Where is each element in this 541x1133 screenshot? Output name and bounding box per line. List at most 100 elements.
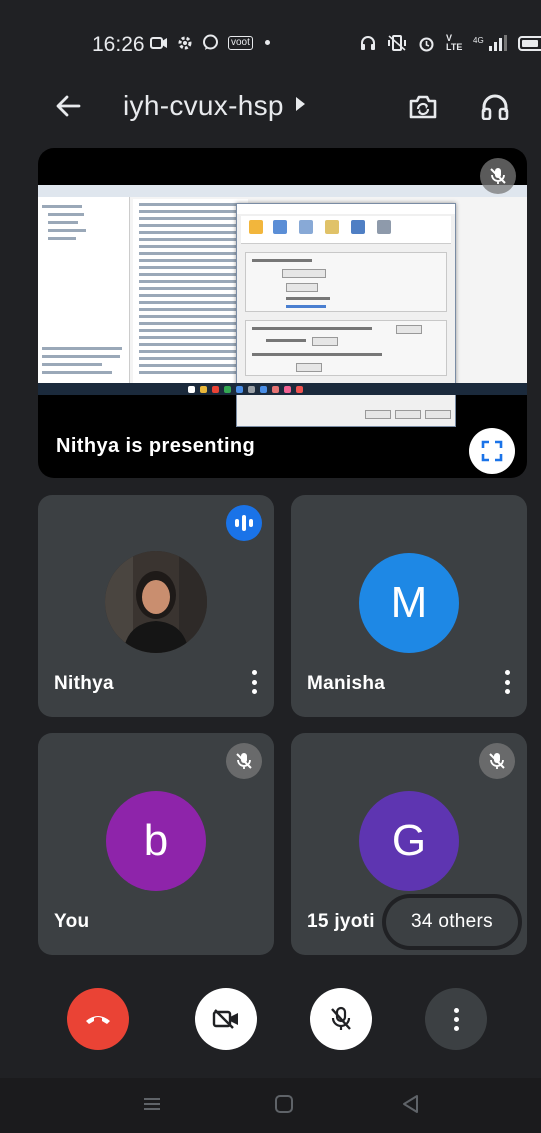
folder-line [42, 355, 120, 358]
shared-taskbar [38, 383, 527, 395]
presenting-label: Nithya is presenting [56, 435, 256, 457]
folder-line [42, 363, 102, 366]
participant-tile-you[interactable]: b You [38, 733, 274, 955]
dialog-text-line [266, 339, 306, 342]
call-controls [0, 985, 541, 1055]
participant-name: You [54, 911, 90, 932]
dialog-text-line [252, 327, 372, 330]
system-back-button[interactable] [398, 1092, 422, 1116]
message-line [139, 203, 239, 206]
taskbar-icon [296, 386, 303, 393]
dialog-button [282, 269, 326, 278]
participant-more-button[interactable] [499, 667, 515, 697]
headset-icon [361, 36, 375, 50]
presentation-tile[interactable]: Nithya is presenting [38, 148, 527, 478]
mic-off-icon [331, 1006, 351, 1030]
headphones-icon [481, 94, 509, 120]
dialog-tab-icon [351, 220, 365, 234]
home-button[interactable] [272, 1092, 296, 1116]
message-line [139, 280, 239, 283]
audio-output-button[interactable] [474, 86, 516, 128]
dialog-link-line [286, 305, 326, 308]
dialog-cancel-button [395, 410, 421, 419]
presenter-muted-indicator [480, 158, 516, 194]
dialog-ok-button [365, 410, 391, 419]
participant-tile-nithya[interactable]: Nithya [38, 495, 274, 717]
dialog-tab-icon [325, 220, 339, 234]
status-system-icons: V LTE 4G [360, 34, 541, 52]
message-line [139, 224, 239, 227]
shared-screen-content [38, 185, 527, 427]
volte-icon: V LTE [446, 33, 463, 52]
dialog-text-line [252, 353, 382, 356]
dialog-tab-icon [299, 220, 313, 234]
network-type-label: 4G [473, 36, 484, 45]
back-button[interactable] [48, 86, 88, 126]
participant-name: 15 jyoti [307, 911, 375, 932]
avatar-initial: M [390, 578, 428, 627]
mic-off-icon [490, 168, 506, 184]
audio-bar [242, 515, 246, 531]
taskbar-icon [248, 386, 255, 393]
meeting-top-bar: iyh-cvux-hsp [0, 84, 541, 140]
message-line [139, 336, 239, 339]
status-bar: 16:26 voot V LTE 4G [0, 0, 541, 84]
camera-off-icon [212, 1009, 238, 1029]
dialog-text-line [286, 297, 330, 300]
shared-folder-pane [38, 197, 130, 385]
others-count-button[interactable]: 34 others [386, 898, 518, 946]
dialog-group-box [245, 252, 447, 312]
avatar-initial: G [391, 816, 427, 865]
message-line [139, 252, 239, 255]
fullscreen-icon [481, 440, 503, 462]
audio-bar [249, 519, 253, 527]
profile-photo [105, 551, 207, 653]
message-line [139, 322, 239, 325]
shared-window-titlebar [38, 185, 527, 197]
mic-off-icon [236, 753, 252, 769]
avatar [105, 551, 207, 653]
muted-indicator [479, 743, 515, 779]
status-notification-icons: voot [150, 34, 270, 51]
message-line [139, 210, 239, 213]
camera-toggle-button[interactable] [195, 988, 257, 1050]
taskbar-icon [200, 386, 207, 393]
battery-icon [518, 35, 541, 51]
dialog-tab-icon [273, 220, 287, 234]
fullscreen-button[interactable] [469, 428, 515, 474]
folder-line [48, 213, 84, 216]
screen-record-icon [150, 36, 167, 49]
avatar: b [106, 791, 206, 891]
meeting-code[interactable]: iyh-cvux-hsp [123, 90, 284, 122]
dialog-button [286, 283, 318, 292]
mic-toggle-button[interactable] [310, 988, 372, 1050]
whatsapp-icon [203, 34, 218, 50]
caret-right-icon[interactable] [296, 97, 305, 111]
end-call-button[interactable] [67, 988, 129, 1050]
audio-bar [235, 519, 239, 527]
shared-message-list [133, 199, 248, 385]
avatar: M [359, 553, 459, 653]
recents-button[interactable] [140, 1092, 164, 1116]
participant-more-button[interactable] [246, 667, 262, 697]
dialog-tab-icon [377, 220, 391, 234]
more-options-button[interactable] [425, 988, 487, 1050]
message-line [139, 308, 239, 311]
taskbar-icon [260, 386, 267, 393]
message-line [139, 259, 239, 262]
dot-icon [264, 40, 270, 45]
taskbar-icon [212, 386, 219, 393]
participant-tile-manisha[interactable]: M Manisha [291, 495, 527, 717]
message-line [139, 217, 239, 220]
switch-camera-button[interactable] [402, 86, 444, 128]
avatar: G [359, 791, 459, 891]
folder-line [42, 371, 112, 374]
recents-icon [144, 1098, 160, 1110]
message-line [139, 371, 239, 374]
dialog-group-box [245, 320, 447, 376]
vibrate-icon [388, 35, 406, 51]
dialog-titlebar [237, 204, 455, 214]
folder-line [48, 229, 86, 232]
folder-line [48, 221, 78, 224]
system-nav-bar [0, 1078, 541, 1133]
